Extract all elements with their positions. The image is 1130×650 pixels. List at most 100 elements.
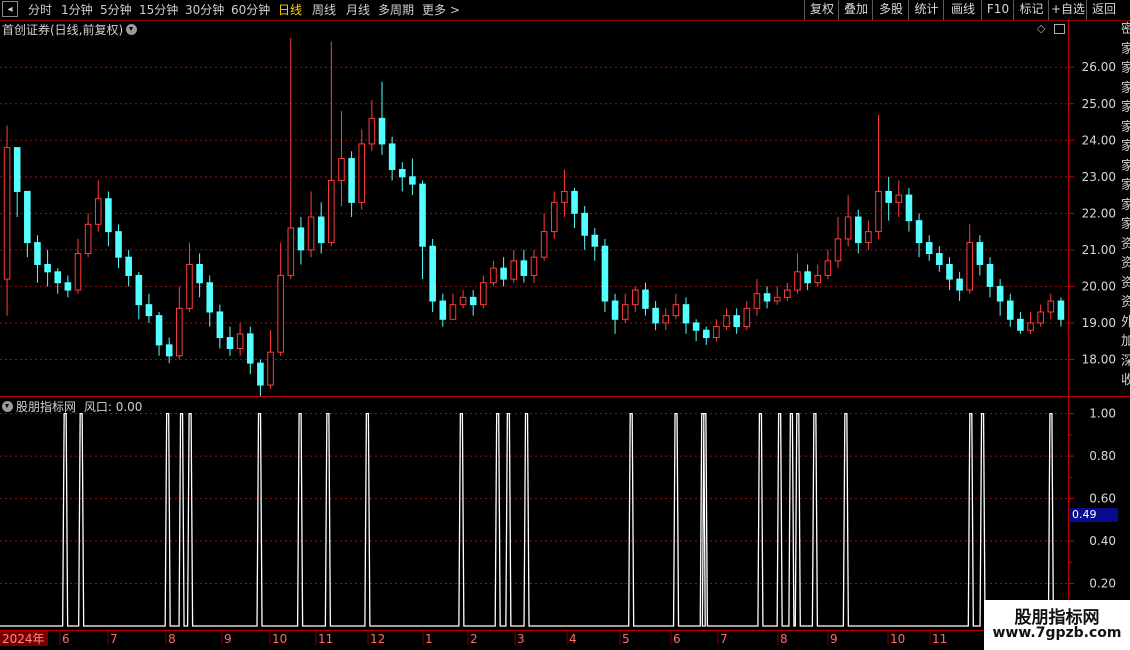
candle-body — [317, 216, 325, 244]
candle-body — [84, 223, 92, 255]
candle-body — [530, 256, 538, 276]
price-tick-label: 19.00 — [1082, 316, 1116, 330]
candle-body — [206, 282, 214, 313]
candle-body — [236, 333, 244, 350]
month-label: 11 — [318, 632, 333, 646]
candle-body — [267, 351, 274, 386]
candle-body — [388, 143, 396, 171]
month-label: 7 — [110, 632, 118, 646]
candle-body — [409, 176, 416, 185]
sidebar-char: 深 — [1121, 353, 1130, 369]
sidebar-char: 家 — [1121, 100, 1130, 115]
sidebar-char: 资 — [1121, 275, 1130, 291]
month-label: 8 — [168, 632, 176, 646]
candle-body — [753, 293, 761, 309]
candle-body — [24, 190, 31, 244]
candle-body — [439, 300, 447, 320]
chart-canvas[interactable]: 26.0025.0024.0023.0022.0021.0020.0019.00… — [0, 0, 1130, 650]
candle-body — [854, 216, 862, 244]
candle-body — [611, 300, 619, 320]
candle-body — [328, 179, 335, 244]
candle-body — [13, 147, 21, 192]
candle-body — [642, 289, 649, 309]
indicator-tick-label: 0.60 — [1089, 492, 1116, 506]
candle-body — [125, 256, 132, 276]
candle-body — [824, 260, 832, 276]
candle-body — [196, 263, 203, 284]
candle-body — [632, 289, 639, 306]
candle-body — [591, 234, 599, 247]
price-tick-label: 21.00 — [1082, 243, 1116, 257]
candle-body — [277, 274, 284, 353]
candle-body — [257, 362, 264, 386]
sidebar-char: 家 — [1121, 197, 1130, 213]
candle-body — [895, 194, 903, 203]
candle-body — [601, 245, 609, 302]
candle-body — [176, 307, 183, 357]
price-tick-label: 26.00 — [1082, 60, 1116, 74]
candle-body — [621, 304, 629, 320]
candle-body — [500, 267, 507, 280]
candle-body — [571, 190, 578, 214]
candle-body — [794, 271, 801, 291]
sidebar-char: 家 — [1121, 80, 1130, 96]
candle-body — [662, 315, 670, 324]
candle-body — [94, 198, 102, 225]
candle-body — [713, 326, 720, 339]
month-label: 3 — [517, 632, 525, 646]
stock-app-window: ◂ 分时 1分钟 5分钟 15分钟 30分钟 60分钟 日线 周线 月线 多周期 更多 > 复权 叠加… — [0, 0, 1130, 650]
month-label: 5 — [622, 632, 630, 646]
candle-body — [865, 231, 872, 244]
sidebar-char: 家 — [1121, 217, 1130, 232]
candle-body — [64, 282, 72, 291]
sidebar-char: 资 — [1121, 295, 1130, 310]
month-label: 7 — [720, 632, 728, 646]
price-tick-label: 25.00 — [1082, 97, 1116, 111]
signal-line — [0, 412, 1068, 627]
candle-body — [338, 158, 345, 181]
candle-body — [550, 201, 558, 233]
candle-body — [510, 260, 518, 280]
candle-body — [946, 263, 953, 280]
candle-body — [449, 304, 457, 320]
candle-body — [1006, 300, 1014, 320]
candle-body — [3, 147, 11, 280]
candle-body — [763, 293, 771, 302]
candle-body — [1047, 300, 1055, 313]
candle-body — [469, 296, 477, 306]
candle-body — [976, 242, 984, 265]
year-label: 2024年 — [2, 632, 45, 646]
candle-body — [135, 274, 143, 306]
candle-body — [34, 242, 41, 265]
month-label: 12 — [370, 632, 385, 646]
candle-body — [490, 267, 497, 284]
month-label: 10 — [272, 632, 287, 646]
candle-body — [520, 260, 528, 276]
current-value-badge: 0.49 — [1070, 508, 1118, 522]
candle-body — [1057, 300, 1065, 320]
candle-body — [459, 296, 467, 306]
price-tick-label: 24.00 — [1082, 133, 1116, 147]
sidebar-char: 家 — [1121, 119, 1130, 135]
candle-body — [966, 242, 974, 291]
candle-body — [733, 315, 740, 328]
candle-body — [652, 307, 659, 324]
candle-body — [773, 296, 781, 302]
month-label: 4 — [569, 632, 577, 646]
candle-body — [226, 337, 234, 350]
candle-body — [155, 315, 163, 346]
candle-body — [54, 271, 62, 284]
price-tick-label: 20.00 — [1082, 279, 1116, 293]
current-value: 0.49 — [1072, 508, 1097, 521]
candle-body — [1027, 322, 1034, 331]
sidebar-char: 家 — [1121, 158, 1130, 174]
price-tick-label: 23.00 — [1082, 170, 1116, 184]
sidebar-char: 收 — [1121, 373, 1130, 388]
indicator-tick-label: 1.00 — [1089, 407, 1116, 421]
candle-body — [419, 183, 426, 247]
month-label: 6 — [62, 632, 70, 646]
candle-body — [723, 315, 730, 328]
indicator-tick-label: 0.40 — [1089, 534, 1116, 548]
month-label: 10 — [890, 632, 905, 646]
month-label: 1 — [425, 632, 433, 646]
